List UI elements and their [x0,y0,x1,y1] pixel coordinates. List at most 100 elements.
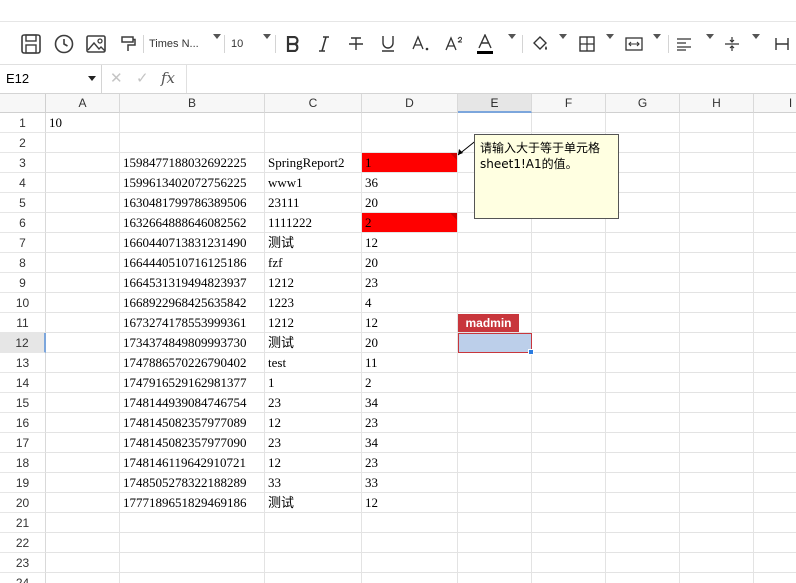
cell-i23[interactable] [754,553,796,573]
cell-d14[interactable]: 2 [362,373,458,393]
cell-g17[interactable] [606,433,680,453]
cell-d17[interactable]: 34 [362,433,458,453]
subscript-icon[interactable] [410,22,432,65]
cell-b14[interactable]: 1747916529162981377 [120,373,265,393]
cell-e14[interactable] [458,373,532,393]
cell-c20[interactable]: 测试 [265,493,362,513]
cell-h14[interactable] [680,373,754,393]
cell-c3[interactable]: SpringReport2 [265,153,362,173]
cell-g10[interactable] [606,293,680,313]
cell-f14[interactable] [532,373,606,393]
cell-c17[interactable]: 23 [265,433,362,453]
cell-a3[interactable] [46,153,120,173]
cell-a18[interactable] [46,453,120,473]
cell-f24[interactable] [532,573,606,583]
confirm-icon[interactable]: ✓ [136,69,149,87]
cell-i20[interactable] [754,493,796,513]
cell-e17[interactable] [458,433,532,453]
row-header-4[interactable]: 4 [0,173,46,193]
cell-h24[interactable] [680,573,754,583]
cell-a21[interactable] [46,513,120,533]
cell-a10[interactable] [46,293,120,313]
cell-e21[interactable] [458,513,532,533]
cell-e7[interactable] [458,233,532,253]
cell-e8[interactable] [458,253,532,273]
align-left-icon[interactable] [676,22,714,65]
row-header-23[interactable]: 23 [0,553,46,573]
cell-i16[interactable] [754,413,796,433]
cell-b16[interactable]: 1748145082357977089 [120,413,265,433]
cell-e20[interactable] [458,493,532,513]
cell-d15[interactable]: 34 [362,393,458,413]
cell-g22[interactable] [606,533,680,553]
cell-i4[interactable] [754,173,796,193]
cell-b8[interactable]: 1664440510716125186 [120,253,265,273]
cell-h20[interactable] [680,493,754,513]
cell-h17[interactable] [680,433,754,453]
row-header-19[interactable]: 19 [0,473,46,493]
cell-b20[interactable]: 1777189651829469186 [120,493,265,513]
cell-f10[interactable] [532,293,606,313]
cell-a24[interactable] [46,573,120,583]
cell-c13[interactable]: test [265,353,362,373]
cell-h23[interactable] [680,553,754,573]
cell-g13[interactable] [606,353,680,373]
cell-i21[interactable] [754,513,796,533]
cell-f18[interactable] [532,453,606,473]
cell-b6[interactable]: 1632664888646082562 [120,213,265,233]
cell-g21[interactable] [606,513,680,533]
cell-a9[interactable] [46,273,120,293]
row-header-15[interactable]: 15 [0,393,46,413]
cell-a4[interactable] [46,173,120,193]
comment-indicator-icon[interactable] [450,213,457,220]
cell-h8[interactable] [680,253,754,273]
cell-e1[interactable] [458,113,532,133]
strikethrough-icon[interactable] [345,22,367,65]
borders-icon[interactable] [578,22,614,65]
cell-d23[interactable] [362,553,458,573]
active-cell-selection[interactable] [458,333,532,353]
cell-a15[interactable] [46,393,120,413]
cell-g7[interactable] [606,233,680,253]
cell-e16[interactable] [458,413,532,433]
cell-b9[interactable]: 1664531319494823937 [120,273,265,293]
row-header-12[interactable]: 12 [0,333,46,353]
cell-i14[interactable] [754,373,796,393]
cell-a19[interactable] [46,473,120,493]
cell-c7[interactable]: 测试 [265,233,362,253]
cell-d12[interactable]: 20 [362,333,458,353]
column-header-d[interactable]: D [362,94,458,113]
cell-f16[interactable] [532,413,606,433]
cell-c9[interactable]: 1212 [265,273,362,293]
select-all-corner[interactable] [0,94,46,113]
cell-h12[interactable] [680,333,754,353]
cell-b1[interactable] [120,113,265,133]
cell-d21[interactable] [362,513,458,533]
cell-a23[interactable] [46,553,120,573]
cell-d16[interactable]: 23 [362,413,458,433]
cell-h6[interactable] [680,213,754,233]
name-box[interactable]: E12 [0,65,102,93]
superscript-icon[interactable] [443,22,465,65]
cell-f12[interactable] [532,333,606,353]
row-header-11[interactable]: 11 [0,313,46,333]
cell-e18[interactable] [458,453,532,473]
cell-g24[interactable] [606,573,680,583]
cell-b7[interactable]: 1660440713831231490 [120,233,265,253]
cell-i11[interactable] [754,313,796,333]
cell-b23[interactable] [120,553,265,573]
cell-g16[interactable] [606,413,680,433]
cell-i3[interactable] [754,153,796,173]
row-header-2[interactable]: 2 [0,133,46,153]
cell-d5[interactable]: 20 [362,193,458,213]
cell-comment-box[interactable]: 请输入大于等于单元格sheet1!A1的值。 [474,134,619,219]
cell-i12[interactable] [754,333,796,353]
cell-b12[interactable]: 1734374849809993730 [120,333,265,353]
cell-b24[interactable] [120,573,265,583]
cell-h15[interactable] [680,393,754,413]
row-header-22[interactable]: 22 [0,533,46,553]
cell-d7[interactable]: 12 [362,233,458,253]
cell-g19[interactable] [606,473,680,493]
cell-d19[interactable]: 33 [362,473,458,493]
cell-b3[interactable]: 1598477188032692225 [120,153,265,173]
